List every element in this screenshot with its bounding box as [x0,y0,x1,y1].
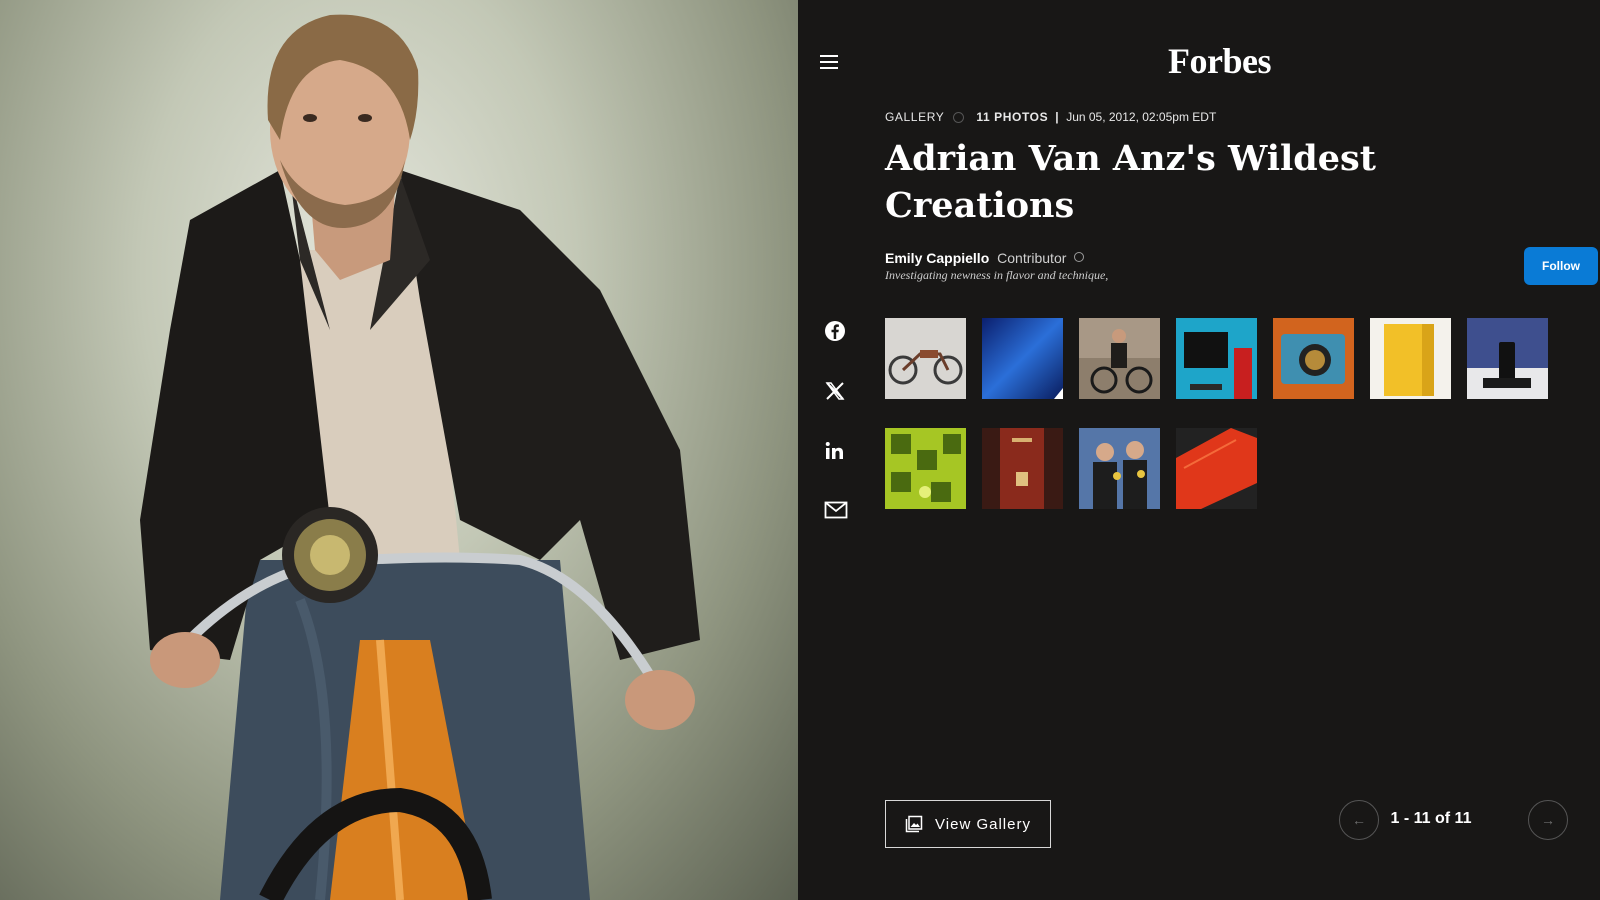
author-name[interactable]: Emily Cappiello [885,250,989,266]
thumbnail-motorbike[interactable] [885,318,966,399]
follow-button[interactable]: Follow [1524,247,1598,285]
thumbnail-blue[interactable] [982,318,1063,399]
article-panel: Forbes GALLERY 11 PHOTOS | Jun 05, 2012,… [798,0,1600,900]
author-byline: Emily Cappiello Contributor [885,250,1085,266]
view-gallery-label: View Gallery [935,815,1031,833]
thumbnail-green-pattern[interactable] [885,428,966,509]
x-twitter-icon[interactable] [824,380,848,404]
author-role: Contributor [997,250,1067,266]
thumbnail-red-console[interactable] [1176,428,1257,509]
thumbnail-two-men[interactable] [1079,428,1160,509]
forbes-logo[interactable]: Forbes [1168,40,1271,82]
author-tagline: Investigating newness in flavor and tech… [885,268,1109,282]
hero-photo [0,0,798,900]
photo-count: 11 PHOTOS [976,110,1049,124]
meta-separator: | [1055,110,1060,124]
facebook-icon[interactable] [824,320,848,344]
next-page-button[interactable]: → [1528,800,1568,840]
page-title: Adrian Van Anz's Wildest Creations [885,138,1376,226]
info-icon[interactable] [1074,252,1085,262]
arrow-left-icon: ← [1352,812,1366,828]
page-counter: 1 - 11 of 11 [1390,810,1472,827]
gallery-icon [905,815,923,833]
thumbnail-yellow[interactable] [1370,318,1451,399]
gallery-dot-icon [953,111,965,123]
email-icon[interactable] [824,500,848,524]
arrow-right-icon: → [1541,812,1555,828]
thumbnail-man-bike[interactable] [1079,318,1160,399]
publish-date: Jun 05, 2012, 02:05pm EDT [1066,110,1217,124]
hamburger-menu-icon[interactable] [820,55,838,69]
article-meta: GALLERY 11 PHOTOS | Jun 05, 2012, 02:05p… [885,110,1216,124]
view-gallery-button[interactable]: View Gallery [885,800,1051,848]
linkedin-icon[interactable] [824,440,848,464]
hero-illustration [140,14,700,900]
previous-page-button[interactable]: ← [1339,800,1379,840]
thumbnail-hp-device[interactable] [1467,318,1548,399]
thumbnail-computer[interactable] [1176,318,1257,399]
gallery-label: GALLERY [885,110,945,124]
thumbnail-camera[interactable] [1273,318,1354,399]
thumbnail-red-tower[interactable] [982,428,1063,509]
